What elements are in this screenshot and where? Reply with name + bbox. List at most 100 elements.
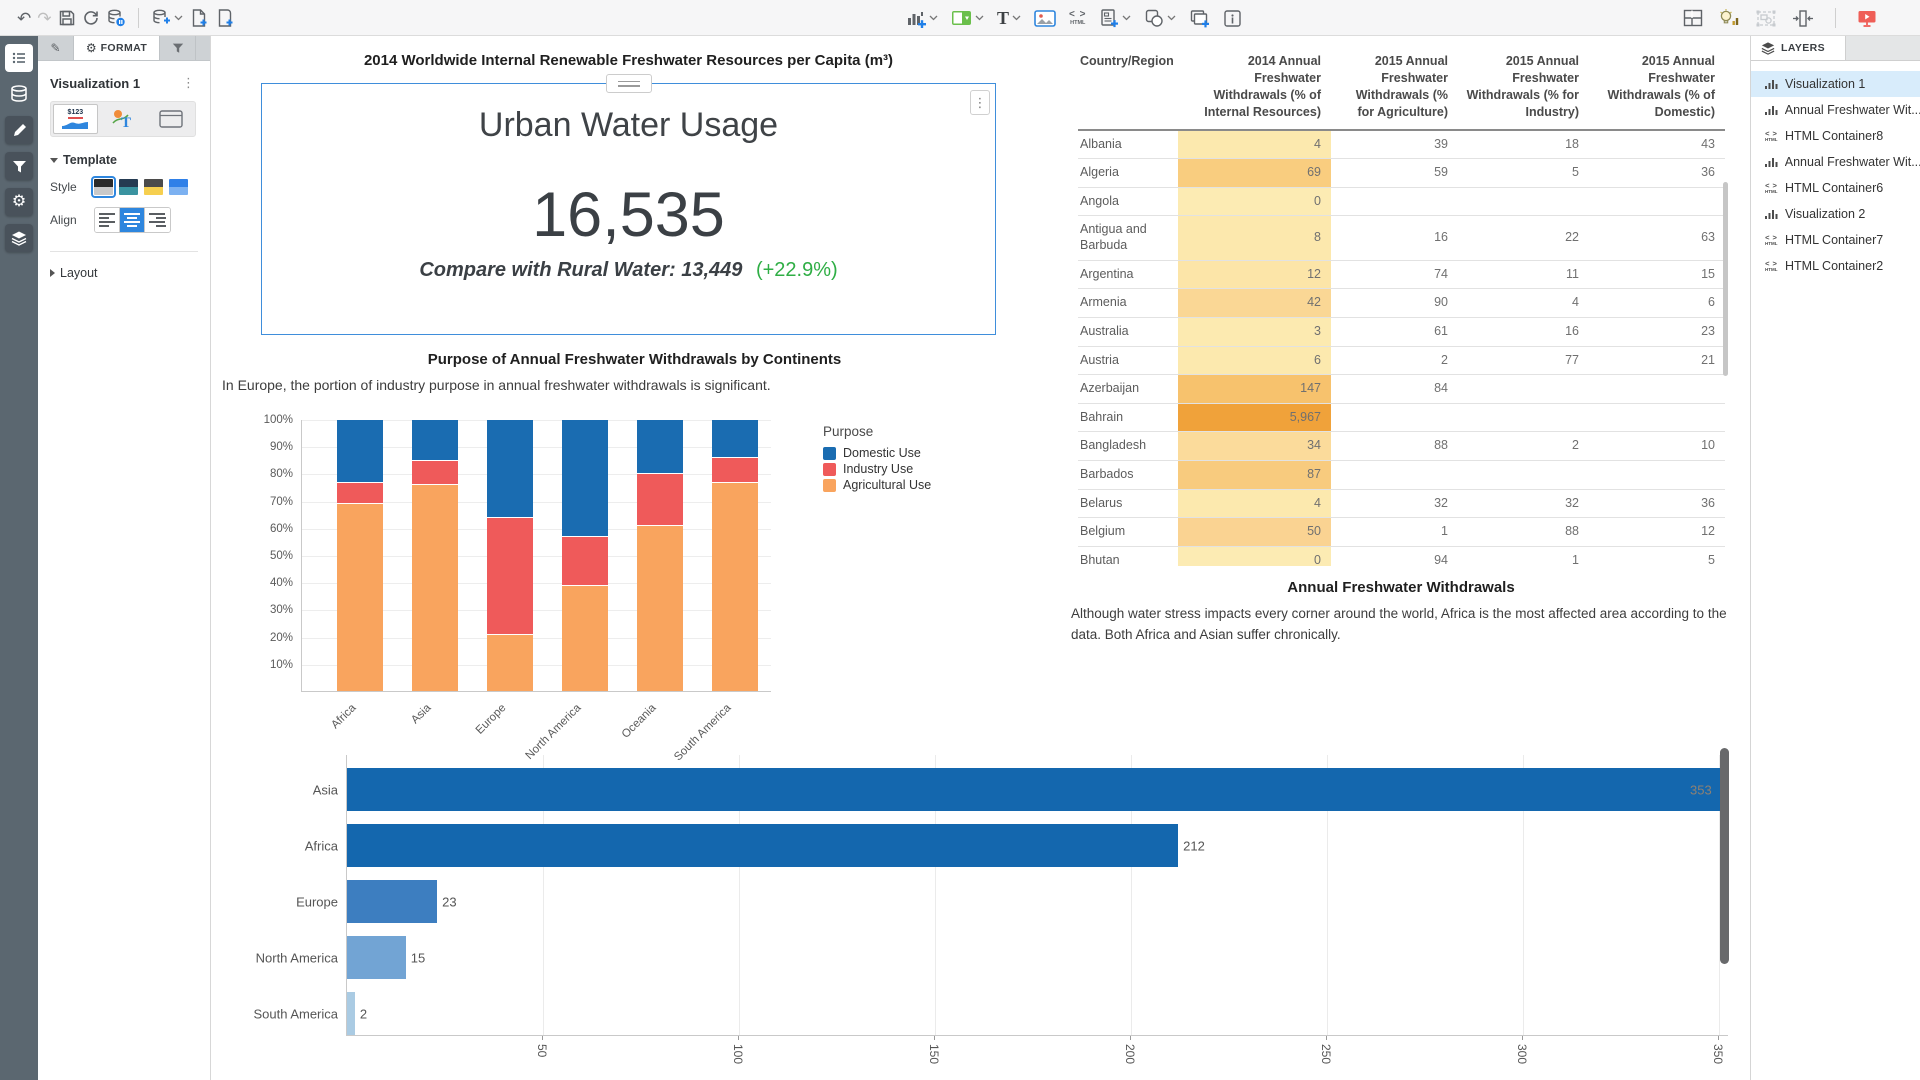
add-text-button[interactable]: T	[994, 4, 1024, 32]
data-source-button[interactable]	[103, 4, 129, 32]
toolbar-divider	[1835, 8, 1836, 28]
template-section-label: Template	[63, 153, 117, 167]
insights-button[interactable]	[1715, 4, 1743, 32]
layer-item[interactable]: Annual Freshwater Wit...	[1751, 149, 1920, 175]
kebab-menu-icon[interactable]: ⋮	[179, 75, 198, 91]
column-header[interactable]: Country/Region	[1078, 47, 1178, 130]
fit-width-button[interactable]	[1789, 4, 1817, 32]
table-row[interactable]: Belgium5018812	[1078, 518, 1725, 547]
tab-format[interactable]: ⚙ FORMAT	[74, 36, 160, 60]
template-section-header[interactable]: Template	[50, 153, 198, 167]
hbar-europe[interactable]	[347, 880, 437, 923]
layer-item[interactable]: < >HTMLHTML Container2	[1751, 253, 1920, 279]
category-label: Africa	[228, 838, 338, 853]
add-data-button[interactable]	[148, 4, 186, 32]
table-row[interactable]: Algeria6959536	[1078, 159, 1725, 188]
add-html-button[interactable]: < > HTML	[1066, 4, 1089, 32]
tab-layers[interactable]: LAYERS	[1751, 36, 1846, 60]
legend-label: Industry Use	[843, 462, 913, 476]
table-row[interactable]: Australia3611623	[1078, 317, 1725, 346]
table-row[interactable]: Bahrain5,967	[1078, 403, 1725, 432]
column-header[interactable]: 2015 Annual Freshwater Withdrawals (% of…	[1589, 47, 1725, 130]
layer-item[interactable]: Visualization 2	[1751, 201, 1920, 227]
add-chart-button[interactable]	[903, 4, 941, 32]
table-row[interactable]: Bhutan09415	[1078, 546, 1725, 566]
add-control-button[interactable]	[948, 4, 987, 32]
add-page-button[interactable]	[212, 4, 238, 32]
layout-section-header[interactable]: Layout	[50, 266, 198, 280]
table-row[interactable]: Barbados87	[1078, 461, 1725, 490]
sidebar-item-settings[interactable]: ⚙	[5, 188, 33, 216]
sidebar-item-layers[interactable]	[5, 224, 33, 252]
add-shape-button[interactable]	[1141, 4, 1179, 32]
stacked-bar-north-america[interactable]	[562, 419, 608, 691]
table-row[interactable]: Belarus4323236	[1078, 489, 1725, 518]
x-tick	[542, 1036, 543, 1040]
layer-item[interactable]: Visualization 1	[1751, 71, 1920, 97]
stacked-bar-africa[interactable]	[337, 419, 383, 691]
table-scrollbar[interactable]	[1723, 182, 1728, 376]
container-info-button[interactable]	[1220, 4, 1245, 32]
redo-button[interactable]: ↷	[34, 4, 54, 32]
drag-handle[interactable]	[606, 74, 652, 93]
stacked-bar-asia[interactable]	[412, 419, 458, 691]
container-style-button[interactable]	[148, 104, 193, 134]
dashboard-canvas[interactable]: 2014 Worldwide Internal Renewable Freshw…	[211, 36, 1750, 1080]
align-right-button[interactable]	[145, 208, 170, 232]
sidebar-item-edit[interactable]	[5, 116, 33, 144]
table-row[interactable]: Austria627721	[1078, 346, 1725, 375]
text-style-button[interactable]: T	[101, 104, 146, 134]
data-table[interactable]: Country/Region2014 Annual Freshwater Wit…	[1078, 47, 1728, 566]
hbar-chart[interactable]	[346, 755, 1728, 1036]
undo-button[interactable]: ↶	[14, 4, 34, 32]
group-objects-button[interactable]	[1752, 4, 1780, 32]
table-row[interactable]: Argentina12741115	[1078, 260, 1725, 289]
hbar-south-america[interactable]	[347, 992, 355, 1035]
table-row[interactable]: Antigua and Barbuda8162263	[1078, 216, 1725, 260]
stacked-bar-europe[interactable]	[487, 419, 533, 691]
kpi-card-selected[interactable]: ⋮ Urban Water Usage 16,535 Compare with …	[261, 83, 996, 335]
bar-segment	[562, 536, 608, 585]
sidebar-item-data[interactable]	[5, 80, 33, 108]
add-form-button[interactable]	[1096, 4, 1134, 32]
table-row[interactable]: Armenia429046	[1078, 289, 1725, 318]
template-style-swatch-2[interactable]	[119, 179, 138, 195]
template-style-swatch-1[interactable]	[94, 179, 113, 195]
align-left-button[interactable]	[95, 208, 120, 232]
table-row[interactable]: Albania4391843	[1078, 130, 1725, 159]
hbar-north-america[interactable]	[347, 936, 406, 979]
align-center-button[interactable]	[120, 208, 145, 232]
present-button[interactable]	[1854, 4, 1880, 32]
stacked-bar-oceania[interactable]	[637, 419, 683, 691]
layer-item[interactable]: Annual Freshwater Wit...	[1751, 97, 1920, 123]
sidebar-item-report[interactable]	[5, 44, 33, 72]
top-toolbar: ↶ ↷ T	[0, 0, 1920, 36]
refresh-button[interactable]	[79, 4, 103, 32]
canvas-scrollbar[interactable]	[1720, 748, 1729, 964]
column-header[interactable]: 2014 Annual Freshwater Withdrawals (% of…	[1178, 47, 1331, 130]
table-row[interactable]: Bangladesh3488210	[1078, 432, 1725, 461]
layer-item[interactable]: < >HTMLHTML Container6	[1751, 175, 1920, 201]
layout-button[interactable]	[1680, 4, 1706, 32]
stacked-bar-south-america[interactable]	[712, 419, 758, 691]
template-style-swatch-3[interactable]	[144, 179, 163, 195]
import-page-button[interactable]	[186, 4, 212, 32]
stacked-chart[interactable]	[301, 420, 771, 692]
add-container-button[interactable]	[1186, 4, 1213, 32]
hbar-africa[interactable]	[347, 824, 1178, 867]
sidebar-item-filter[interactable]	[5, 152, 33, 180]
column-header[interactable]: 2015 Annual Freshwater Withdrawals (% fo…	[1331, 47, 1458, 130]
hbar-asia[interactable]	[347, 768, 1729, 811]
number-style-button[interactable]: $123	[53, 104, 98, 134]
table-row[interactable]: Azerbaijan14784	[1078, 375, 1725, 404]
table-row[interactable]: Angola0	[1078, 187, 1725, 216]
add-image-button[interactable]	[1031, 4, 1059, 32]
chart-icon	[1765, 208, 1785, 220]
column-header[interactable]: 2015 Annual Freshwater Withdrawals (% fo…	[1458, 47, 1589, 130]
template-style-swatch-4[interactable]	[169, 179, 188, 195]
tab-filter[interactable]	[160, 36, 196, 60]
layer-item[interactable]: < >HTMLHTML Container7	[1751, 227, 1920, 253]
layer-item[interactable]: < >HTMLHTML Container8	[1751, 123, 1920, 149]
tab-edit[interactable]: ✎	[38, 36, 74, 60]
save-button[interactable]	[55, 4, 79, 32]
